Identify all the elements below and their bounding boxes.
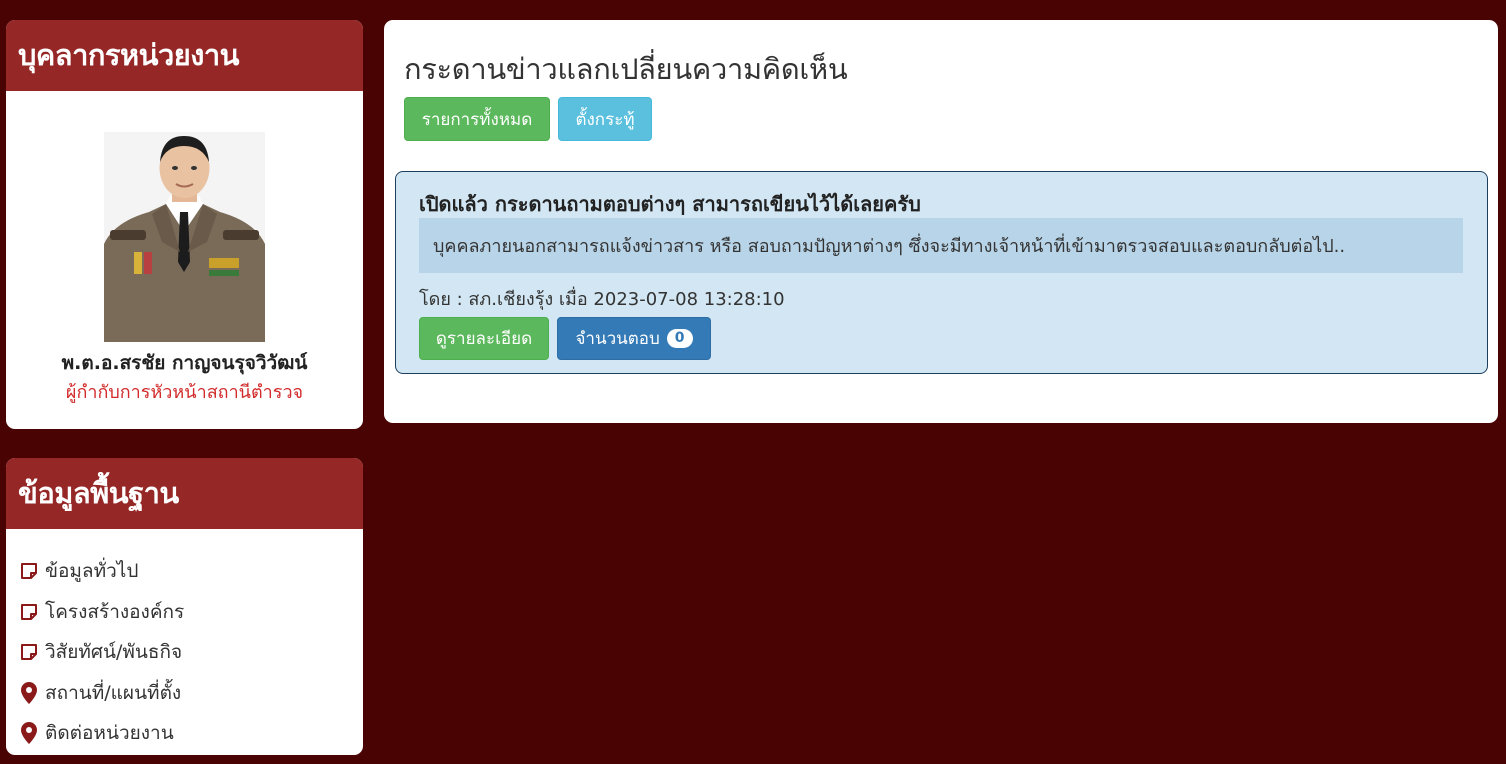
- staff-position: ผู้กำกับการหัวหน้าสถานีตำรวจ: [65, 382, 304, 403]
- map-marker-icon: [18, 722, 40, 745]
- post-excerpt: บุคคลภายนอกสามารถแจ้งข่าวสาร หรือ สอบถาม…: [419, 218, 1463, 273]
- reply-count-label: จำนวนตอบ: [575, 329, 660, 349]
- note-icon: [18, 641, 40, 663]
- menu-item-label: โครงสร้างองค์กร: [45, 600, 185, 623]
- staff-photo: [104, 132, 265, 342]
- board-post: เปิดแล้ว กระดานถามตอบต่างๆ สามารถเขียนไว…: [395, 171, 1488, 374]
- menu-item-vision-mission[interactable]: วิสัยทัศน์/พันธกิจ: [18, 632, 363, 673]
- note-icon: [18, 560, 40, 582]
- reply-count-button[interactable]: จำนวนตอบ 0: [557, 317, 711, 360]
- post-title[interactable]: เปิดแล้ว กระดานถามตอบต่างๆ สามารถเขียนไว…: [419, 188, 921, 220]
- staff-panel: บุคลากรหน่วยงาน พ.ต.อ.สรชัย กาญจนรุจวิวั…: [6, 20, 363, 429]
- staff-name: พ.ต.อ.สรชัย กาญจนรุจวิวัฒน์: [61, 352, 308, 374]
- view-details-button[interactable]: ดูรายละเอียด: [419, 317, 549, 360]
- basic-info-title: ข้อมูลพื้นฐาน: [6, 458, 363, 529]
- note-icon: [18, 601, 40, 623]
- basic-info-menu: ข้อมูลทั่วไป โครงสร้างองค์กร วิสัยทัศน์/…: [6, 529, 363, 754]
- menu-item-contact[interactable]: ติดต่อหน่วยงาน: [18, 713, 363, 754]
- message-board-panel: กระดานข่าวแลกเปลี่ยนความคิดเห็น รายการทั…: [384, 20, 1498, 423]
- new-topic-button[interactable]: ตั้งกระทู้: [558, 97, 652, 141]
- menu-item-label: วิสัยทัศน์/พันธกิจ: [45, 641, 183, 664]
- map-marker-icon: [18, 681, 40, 704]
- post-meta: โดย : สภ.เชียงรุ้ง เมื่อ 2023-07-08 13:2…: [419, 289, 785, 310]
- basic-info-panel: ข้อมูลพื้นฐาน ข้อมูลทั่วไป โครงสร้างองค์…: [6, 458, 363, 755]
- board-title: กระดานข่าวแลกเปลี่ยนความคิดเห็น: [404, 52, 848, 86]
- reply-count-badge: 0: [666, 329, 693, 348]
- staff-panel-title: บุคลากรหน่วยงาน: [6, 20, 363, 91]
- menu-item-general-info[interactable]: ข้อมูลทั่วไป: [18, 551, 363, 592]
- menu-item-organization-structure[interactable]: โครงสร้างองค์กร: [18, 592, 363, 633]
- menu-item-label: ข้อมูลทั่วไป: [45, 560, 139, 583]
- menu-item-label: ติดต่อหน่วยงาน: [45, 722, 174, 745]
- all-topics-button[interactable]: รายการทั้งหมด: [404, 97, 550, 141]
- menu-item-location-map[interactable]: สถานที่/แผนที่ตั้ง: [18, 673, 363, 714]
- menu-item-label: สถานที่/แผนที่ตั้ง: [45, 681, 182, 704]
